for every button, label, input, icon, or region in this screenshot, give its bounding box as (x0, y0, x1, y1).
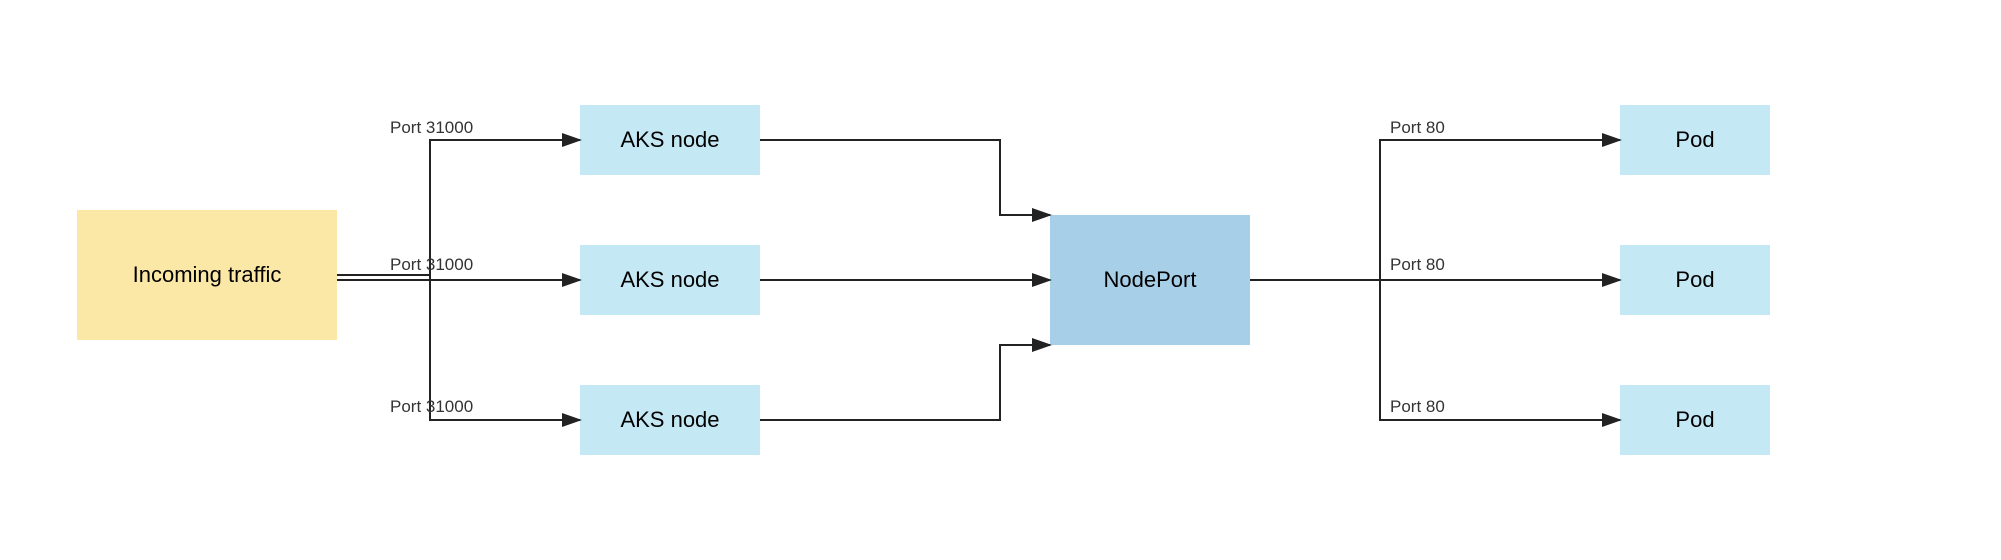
port-label-80-bot: Port 80 (1390, 397, 1445, 417)
diagram: { "nodes": { "incoming": { "label": "Inc… (0, 0, 2001, 560)
aks-node-2: AKS node (580, 245, 760, 315)
pod-node-1: Pod (1620, 105, 1770, 175)
aks3-label: AKS node (620, 407, 719, 433)
port-label-31000-top: Port 31000 (390, 118, 473, 138)
port-label-31000-bot: Port 31000 (390, 397, 473, 417)
pod2-label: Pod (1675, 267, 1714, 293)
nodeport-node: NodePort (1050, 215, 1250, 345)
port-label-80-mid: Port 80 (1390, 255, 1445, 275)
port-label-31000-mid: Port 31000 (390, 255, 473, 275)
incoming-traffic-label: Incoming traffic (133, 262, 282, 288)
incoming-traffic-node: Incoming traffic (77, 210, 337, 340)
aks-node-3: AKS node (580, 385, 760, 455)
pod-node-2: Pod (1620, 245, 1770, 315)
aks-node-1: AKS node (580, 105, 760, 175)
aks1-label: AKS node (620, 127, 719, 153)
aks2-label: AKS node (620, 267, 719, 293)
port-label-80-top: Port 80 (1390, 118, 1445, 138)
pod1-label: Pod (1675, 127, 1714, 153)
pod3-label: Pod (1675, 407, 1714, 433)
pod-node-3: Pod (1620, 385, 1770, 455)
nodeport-label: NodePort (1104, 267, 1197, 293)
